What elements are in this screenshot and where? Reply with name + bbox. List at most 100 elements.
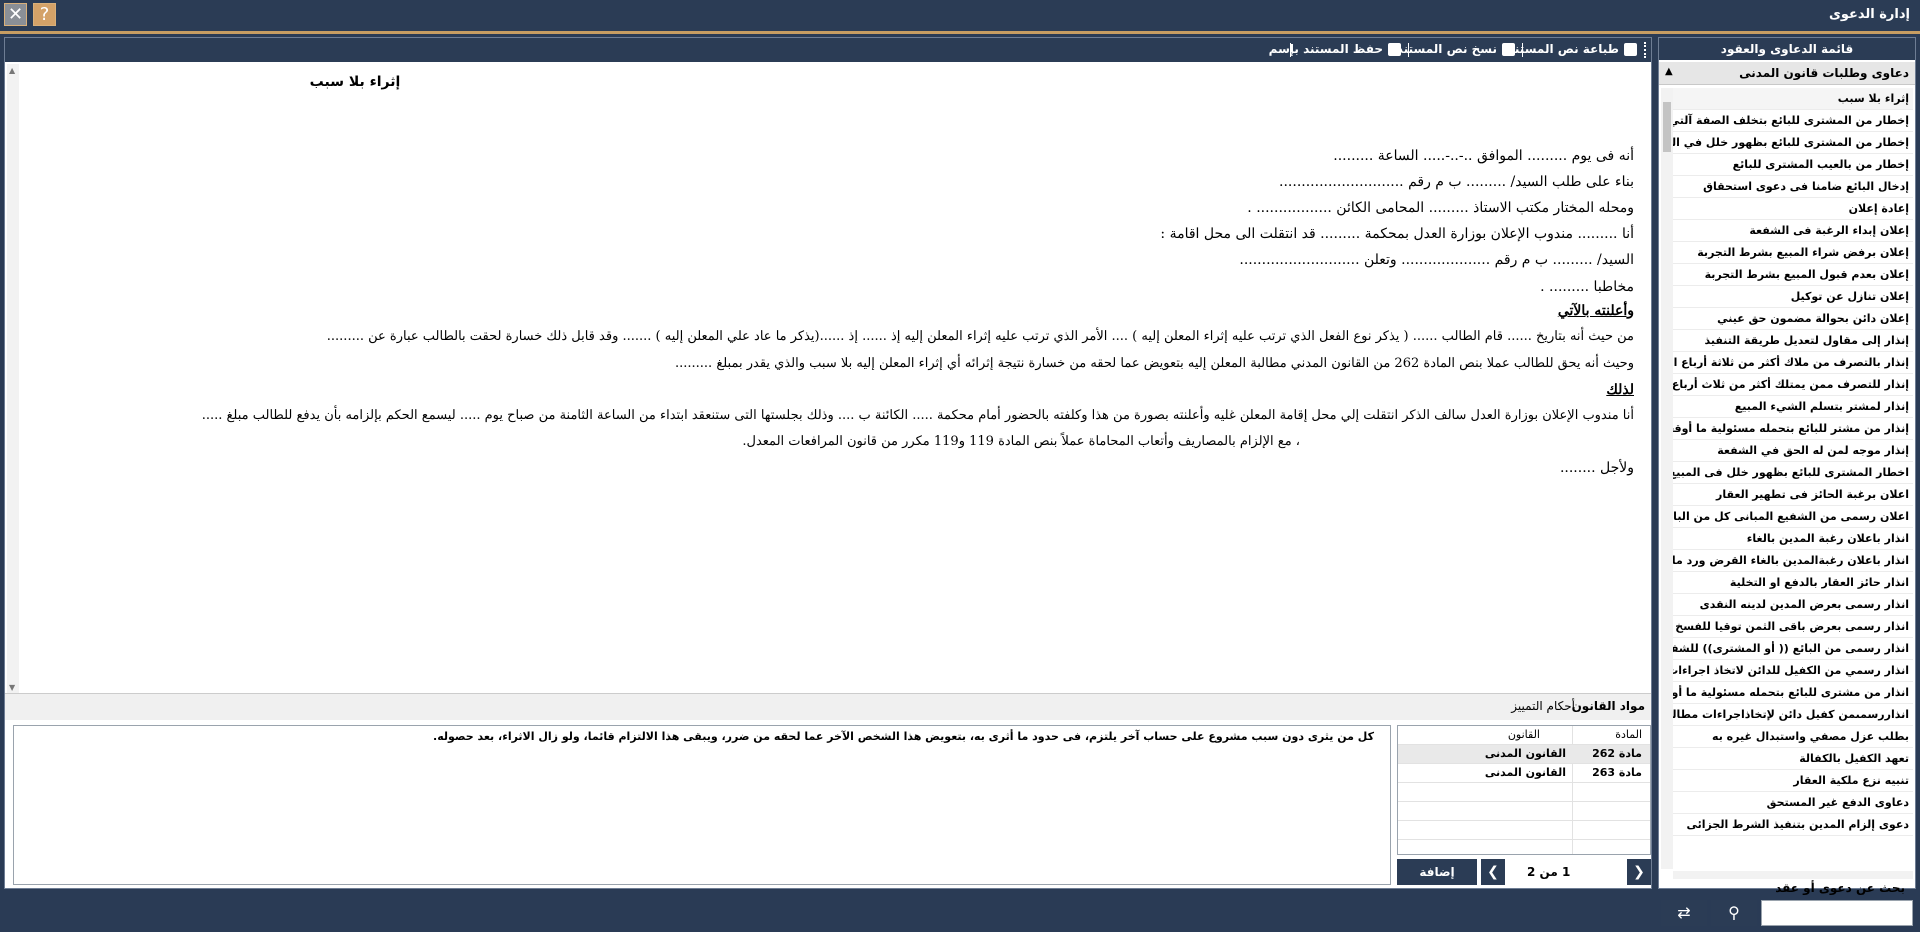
scroll-thumb[interactable] xyxy=(1663,102,1671,152)
sidebar-case-label: انذار رسمى من البائع (( أو المشترى)) للش… xyxy=(1673,642,1909,655)
sidebar-case-item[interactable]: إعلان إبداء الرغبة فى الشفعة xyxy=(1673,220,1913,242)
add-button[interactable]: إضافة xyxy=(1397,859,1477,885)
sidebar-case-item[interactable]: إخطار من بالعيب المشترى للبائع xyxy=(1673,154,1913,176)
document-line: أنا ......... مندوب الإعلان بوزارة العدل… xyxy=(1160,226,1634,242)
sidebar-case-label: انذار من مشترى للبائع بتحمله مسئولية ما … xyxy=(1673,686,1909,699)
document-line: وحيث أنه يحق للطالب عملا بنص المادة 262 … xyxy=(675,356,1634,371)
document-heading: وأعلنته بالآتي xyxy=(1557,303,1634,319)
document-line: مخاطبا ......... . xyxy=(1540,279,1634,295)
copy-icon[interactable] xyxy=(1502,43,1515,56)
sidebar-case-label: إدخال البائع ضامنا فى دعوى استحقاق xyxy=(1703,180,1909,193)
sidebar-case-label: دعاوى الدفع غير المستحق xyxy=(1766,796,1909,809)
close-button[interactable]: ✕ xyxy=(4,3,27,26)
sidebar-case-item[interactable]: اعلان رسمى من الشفيع المبانى كل من البائ… xyxy=(1673,506,1913,528)
sidebar-case-item[interactable]: إنذار لمشتر بتسلم الشيء المبيع xyxy=(1673,396,1913,418)
sidebar-case-label: إنذار للتصرف ممن يمتلك أكثر من ثلاث أربا… xyxy=(1673,378,1909,391)
sidebar-case-label: إخطار من المشترى للبائع بتخلف الصفة آلتي… xyxy=(1673,114,1909,127)
sidebar-case-item[interactable]: دعوى إلزام المدين بتنفيذ الشرط الجزائى xyxy=(1673,814,1913,836)
tab-cassation-rulings[interactable]: أحكام التمييز xyxy=(1511,699,1575,713)
sidebar-case-item[interactable]: تنبيه نزع ملكية العقار xyxy=(1673,770,1913,792)
law-articles-table[interactable]: المادة القانون مادة 262 القانون المدنى م… xyxy=(1397,725,1651,855)
chevron-up-icon[interactable]: ▲ xyxy=(1665,66,1673,77)
sidebar-case-label: إنذار من مشتر للبائع بتحمله مسئولية ما أ… xyxy=(1673,422,1909,435)
sidebar-case-item[interactable]: انذار رسمى من البائع (( أو المشترى)) للش… xyxy=(1673,638,1913,660)
sidebar-case-item[interactable]: انذار رسمى بعرض المدين لدينه النقدى xyxy=(1673,594,1913,616)
copy-document-button[interactable]: نسخ نص المستند xyxy=(1397,42,1497,56)
sidebar-case-label: اعلان رسمى من الشفيع المبانى كل من البائ… xyxy=(1673,510,1909,523)
sidebar-case-label: إعلان دائن بحوالة مضمون حق عيني xyxy=(1717,312,1909,325)
toolbar-grip[interactable] xyxy=(1644,42,1649,58)
sidebar-case-label: إعلان إبداء الرغبة فى الشفعة xyxy=(1749,224,1909,237)
column-header-law[interactable]: القانون xyxy=(1508,728,1540,741)
sidebar-case-item[interactable]: إخطار من المشترى للبائع بظهور خلل في الم… xyxy=(1673,132,1913,154)
table-row[interactable]: مادة 262 القانون المدنى xyxy=(1398,745,1650,764)
help-button[interactable]: ? xyxy=(33,3,56,26)
search-button[interactable]: ⚲ xyxy=(1711,900,1757,926)
table-row[interactable]: مادة 263 القانون المدنى xyxy=(1398,764,1650,783)
law-tabs: مواد القانون أحكام التمييز xyxy=(5,693,1651,720)
sidebar-case-item[interactable]: اعلان برغبة الحائز فى تطهير العقار xyxy=(1673,484,1913,506)
sidebar-case-label: انذار رسمى بعرض المدين لدينه النقدى xyxy=(1699,598,1909,611)
window-title: إدارة الدعوى xyxy=(1828,7,1910,22)
document-title: إثراء بلا سبب xyxy=(309,74,401,90)
tab-law-articles[interactable]: مواد القانون xyxy=(1572,699,1645,713)
sidebar-case-item[interactable]: إخطار من المشترى للبائع بتخلف الصفة آلتي… xyxy=(1673,110,1913,132)
sidebar-case-item[interactable]: انذار حائز العقار بالدفع او التخلية xyxy=(1673,572,1913,594)
search-input[interactable] xyxy=(1761,900,1913,926)
toolbar-separator xyxy=(1408,43,1409,57)
sidebar-case-label: انذار باعلان رغبةالمدين بالغاء القرض ورد… xyxy=(1673,554,1909,567)
print-document-button[interactable]: طباعة نص المستند xyxy=(1508,42,1619,56)
sidebar-scrollbar[interactable] xyxy=(1661,88,1673,869)
sidebar-case-item[interactable]: إعلان برفض شراء المبيع بشرط التجربة xyxy=(1673,242,1913,264)
sidebar-case-item[interactable]: إعلان تنازل عن توكيل xyxy=(1673,286,1913,308)
document-pane: طباعة نص المستند نسخ نص المستند حفظ المس… xyxy=(4,37,1652,889)
sidebar-case-item[interactable]: انذار باعلان رغبةالمدين بالغاء القرض ورد… xyxy=(1673,550,1913,572)
printer-icon[interactable] xyxy=(1624,43,1637,56)
document-body[interactable]: إثراء بلا سبب أنه فى يوم ......... الموا… xyxy=(25,62,1635,725)
next-page-button[interactable]: ❯ xyxy=(1627,859,1651,885)
column-header-article[interactable]: المادة xyxy=(1615,728,1642,741)
sidebar-case-item[interactable]: إدخال البائع ضامنا فى دعوى استحقاق xyxy=(1673,176,1913,198)
refresh-button[interactable]: ⇄ xyxy=(1661,900,1707,926)
sidebar-hscrollbar[interactable] xyxy=(1673,871,1913,879)
sidebar-case-item[interactable]: إنذار إلى مقاول لتعديل طريقة التنفيذ xyxy=(1673,330,1913,352)
save-icon[interactable] xyxy=(1388,43,1401,56)
sidebar-case-item[interactable]: دعاوى الدفع غير المستحق xyxy=(1673,792,1913,814)
article-text-box[interactable]: كل من يثرى دون سبب مشروع على حساب آخر يل… xyxy=(13,725,1391,885)
article-text: كل من يثرى دون سبب مشروع على حساب آخر يل… xyxy=(433,730,1374,743)
document-line: من حيث أنه بتاريخ ...... قام الطالب ....… xyxy=(326,329,1634,344)
sidebar-case-item[interactable]: إنذار موجه لمن له الحق في الشفعة xyxy=(1673,440,1913,462)
sidebar-case-item[interactable]: انذاررسمىمن كفيل دائن لإتخاذاجراءات مطال… xyxy=(1673,704,1913,726)
sidebar-case-item[interactable]: إعلان دائن بحوالة مضمون حق عيني xyxy=(1673,308,1913,330)
search-label: بحث عن دعوى أو عقد xyxy=(1775,881,1905,895)
sidebar-case-item[interactable]: إعلان بعدم قبول المبيع بشرط التجربة xyxy=(1673,264,1913,286)
sidebar-case-label: انذار رسمى بعرض باقى الثمن توقيا للفسخ xyxy=(1675,620,1909,633)
sidebar-case-item[interactable]: إنذار للتصرف ممن يمتلك أكثر من ثلاث أربا… xyxy=(1673,374,1913,396)
sidebar-case-item[interactable]: إعادة إعلان xyxy=(1673,198,1913,220)
sidebar-case-label: إثراء بلا سبب xyxy=(1837,92,1909,105)
sidebar-case-item[interactable]: اخطار المشترى للبائع بظهور خلل فى المبيع xyxy=(1673,462,1913,484)
sidebar-case-label: اخطار المشترى للبائع بظهور خلل فى المبيع xyxy=(1673,466,1909,479)
article-cell: مادة 263 xyxy=(1592,766,1642,779)
sidebar-case-label: انذاررسمىمن كفيل دائن لإتخاذاجراءات مطال… xyxy=(1673,708,1909,721)
prev-page-button[interactable]: ❮ xyxy=(1481,859,1505,885)
sidebar-case-item[interactable]: انذار من مشترى للبائع بتحمله مسئولية ما … xyxy=(1673,682,1913,704)
cases-list[interactable]: إثراء بلا سبب إخطار من المشترى للبائع بتخ… xyxy=(1673,88,1913,869)
search-row: ⇄ ⚲ xyxy=(1661,900,1913,926)
sidebar-case-item[interactable]: بطلب عزل مصفي واستبدال غيره به xyxy=(1673,726,1913,748)
sidebar-case-item[interactable]: انذار باعلان رغبة المدين بالغاء xyxy=(1673,528,1913,550)
save-as-button[interactable]: حفظ المستند بإسم xyxy=(1269,42,1383,56)
sidebar-case-item[interactable]: انذار رسمى بعرض باقى الثمن توقيا للفسخ xyxy=(1673,616,1913,638)
sidebar-case-item[interactable]: إثراء بلا سبب xyxy=(1673,88,1913,110)
scroll-down-icon[interactable]: ▼ xyxy=(9,683,15,692)
document-scrollbar[interactable]: ▲ ▼ xyxy=(7,64,19,694)
page-indicator: 1 من 2 xyxy=(1527,865,1571,879)
sidebar-case-item[interactable]: تعهد الكفيل بالكفالة xyxy=(1673,748,1913,770)
table-header-row: المادة القانون xyxy=(1398,726,1650,745)
sidebar-case-item[interactable]: إنذار من مشتر للبائع بتحمله مسئولية ما أ… xyxy=(1673,418,1913,440)
scroll-up-icon[interactable]: ▲ xyxy=(9,66,15,75)
sidebar-case-item[interactable]: انذار رسمي من الكفيل للدائن لاتخاذ اجراء… xyxy=(1673,660,1913,682)
sidebar-case-label: إخطار من المشترى للبائع بظهور خلل في الم… xyxy=(1673,136,1909,149)
sidebar-group-header[interactable]: ▲ دعاوى وطلبات قانون المدنى xyxy=(1659,62,1915,85)
sidebar-case-item[interactable]: إنذار بالتصرف من ملاك أكثر من ثلاثة أربا… xyxy=(1673,352,1913,374)
